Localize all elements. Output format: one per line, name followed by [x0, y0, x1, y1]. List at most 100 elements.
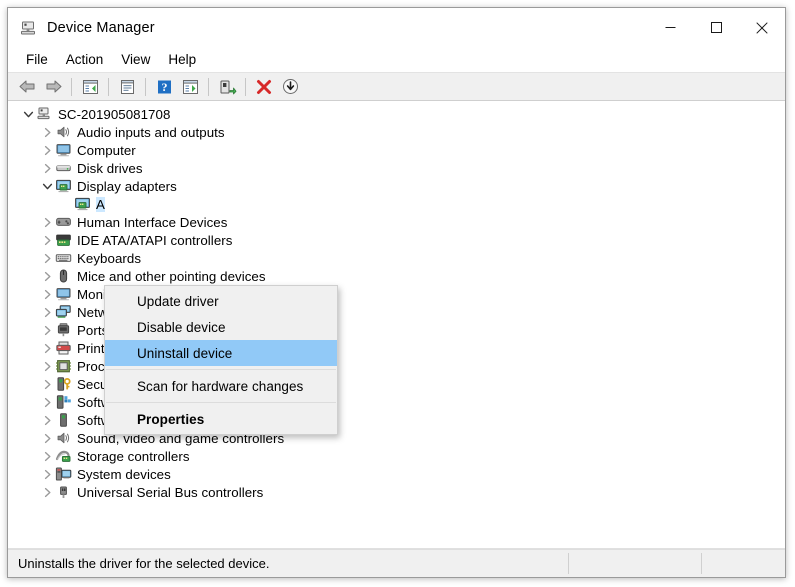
- hid-icon: [55, 214, 72, 230]
- toolbar-separator: [245, 78, 246, 96]
- menu-action[interactable]: Action: [57, 49, 113, 71]
- tree-item-display-adapters[interactable]: Display adapters: [8, 177, 785, 195]
- device-manager-window: Device Manager File Action View Help: [7, 7, 786, 578]
- software-device-icon: [55, 412, 72, 428]
- tree-item-sc-201905081708[interactable]: SC-201905081708: [8, 105, 785, 123]
- chevron-down-icon[interactable]: [20, 106, 36, 122]
- tree-item-computer[interactable]: Computer: [8, 141, 785, 159]
- tree-item-storage-controllers[interactable]: Storage controllers: [8, 447, 785, 465]
- toolbar-separator: [71, 78, 72, 96]
- update-driver-icon[interactable]: [277, 75, 303, 99]
- security-device-icon: [55, 376, 72, 392]
- system-device-icon: [55, 466, 72, 482]
- toolbar-separator: [208, 78, 209, 96]
- window-controls: [647, 8, 785, 47]
- toolbar-separator: [108, 78, 109, 96]
- tree-item-universal-serial-bus-controllers[interactable]: Universal Serial Bus controllers: [8, 483, 785, 501]
- chevron-right-icon[interactable]: [39, 358, 55, 374]
- status-message: Uninstalls the driver for the selected d…: [8, 556, 269, 571]
- context-menu-item-scan-for-hardware-changes[interactable]: Scan for hardware changes: [105, 373, 337, 399]
- monitor-icon: [55, 142, 72, 158]
- network-adapter-icon: [55, 304, 72, 320]
- context-menu-item-uninstall-device[interactable]: Uninstall device: [105, 340, 337, 366]
- forward-arrow-icon[interactable]: [40, 75, 66, 99]
- port-icon: [55, 322, 72, 338]
- chevron-right-icon[interactable]: [39, 412, 55, 428]
- chevron-down-icon[interactable]: [39, 178, 55, 194]
- status-divider: [701, 553, 702, 574]
- processor-icon: [55, 358, 72, 374]
- show-hide-console-tree-icon[interactable]: [77, 75, 103, 99]
- tree-item-keyboards[interactable]: Keyboards: [8, 249, 785, 267]
- chevron-right-icon[interactable]: [39, 376, 55, 392]
- back-arrow-icon[interactable]: [14, 75, 40, 99]
- tree-item-label: Universal Serial Bus controllers: [77, 485, 263, 500]
- menu-view[interactable]: View: [112, 49, 159, 71]
- status-bar: Uninstalls the driver for the selected d…: [8, 549, 785, 577]
- tree-item-label: Human Interface Devices: [77, 215, 227, 230]
- display-adapter-icon: [74, 196, 91, 212]
- speaker-icon: [55, 430, 72, 446]
- tree-item-ide-ata-atapi-controllers[interactable]: IDE ATA/ATAPI controllers: [8, 231, 785, 249]
- device-manager-icon: [19, 19, 37, 37]
- help-icon[interactable]: ?: [151, 75, 177, 99]
- chevron-right-icon[interactable]: [39, 124, 55, 140]
- chevron-right-icon[interactable]: [39, 304, 55, 320]
- chevron-right-icon[interactable]: [39, 160, 55, 176]
- maximize-button[interactable]: [693, 8, 739, 47]
- chevron-right-icon[interactable]: [39, 340, 55, 356]
- show-hide-action-pane-icon[interactable]: [177, 75, 203, 99]
- printer-icon: [55, 340, 72, 356]
- toolbar: ?: [8, 72, 785, 101]
- tree-item-system-devices[interactable]: System devices: [8, 465, 785, 483]
- chevron-right-icon[interactable]: [39, 448, 55, 464]
- svg-text:?: ?: [161, 80, 167, 94]
- keyboard-icon: [55, 250, 72, 266]
- tree-item-label: Storage controllers: [77, 449, 190, 464]
- chevron-right-icon[interactable]: [39, 214, 55, 230]
- context-menu: Update driver Disable device Uninstall d…: [104, 285, 338, 435]
- tree-item-label: Display adapters: [77, 179, 177, 194]
- tree-item-label: Keyboards: [77, 251, 141, 266]
- tree-item-label: System devices: [77, 467, 171, 482]
- chevron-right-icon[interactable]: [39, 286, 55, 302]
- context-menu-item-update-driver[interactable]: Update driver: [105, 288, 337, 314]
- uninstall-device-icon[interactable]: [251, 75, 277, 99]
- context-menu-item-disable-device[interactable]: Disable device: [105, 314, 337, 340]
- tree-item-human-interface-devices[interactable]: Human Interface Devices: [8, 213, 785, 231]
- chevron-right-icon[interactable]: [39, 484, 55, 500]
- device-tree-panel[interactable]: SC-201905081708 Audio inputs and outputsC…: [8, 101, 785, 549]
- chevron-right-icon[interactable]: [39, 466, 55, 482]
- chevron-right-icon[interactable]: [39, 268, 55, 284]
- tree-spacer: [58, 196, 74, 212]
- menu-file[interactable]: File: [17, 49, 57, 71]
- tree-item-label: SC-201905081708: [58, 107, 170, 122]
- software-component-icon: [55, 394, 72, 410]
- chevron-right-icon[interactable]: [39, 142, 55, 158]
- minimize-button[interactable]: [647, 8, 693, 47]
- computer-root-icon: [36, 106, 53, 122]
- ide-controller-icon: [55, 232, 72, 248]
- tree-item-mice-and-other-pointing-devices[interactable]: Mice and other pointing devices: [8, 267, 785, 285]
- tree-item-label: Audio inputs and outputs: [77, 125, 225, 140]
- chevron-right-icon[interactable]: [39, 232, 55, 248]
- close-button[interactable]: [739, 8, 785, 47]
- toolbar-separator: [145, 78, 146, 96]
- tree-item-a[interactable]: A: [8, 195, 785, 213]
- menu-help[interactable]: Help: [159, 49, 205, 71]
- tree-item-disk-drives[interactable]: Disk drives: [8, 159, 785, 177]
- speaker-icon: [55, 124, 72, 140]
- chevron-right-icon[interactable]: [39, 250, 55, 266]
- context-menu-separator: [106, 369, 336, 370]
- chevron-right-icon[interactable]: [39, 430, 55, 446]
- chevron-right-icon[interactable]: [39, 322, 55, 338]
- tree-item-audio-inputs-and-outputs[interactable]: Audio inputs and outputs: [8, 123, 785, 141]
- chevron-right-icon[interactable]: [39, 394, 55, 410]
- monitor-icon: [55, 286, 72, 302]
- context-menu-item-properties[interactable]: Properties: [105, 406, 337, 432]
- properties-icon[interactable]: [114, 75, 140, 99]
- context-menu-separator: [106, 402, 336, 403]
- tree-item-label: IDE ATA/ATAPI controllers: [77, 233, 232, 248]
- scan-hardware-changes-icon[interactable]: [214, 75, 240, 99]
- disk-drive-icon: [55, 160, 72, 176]
